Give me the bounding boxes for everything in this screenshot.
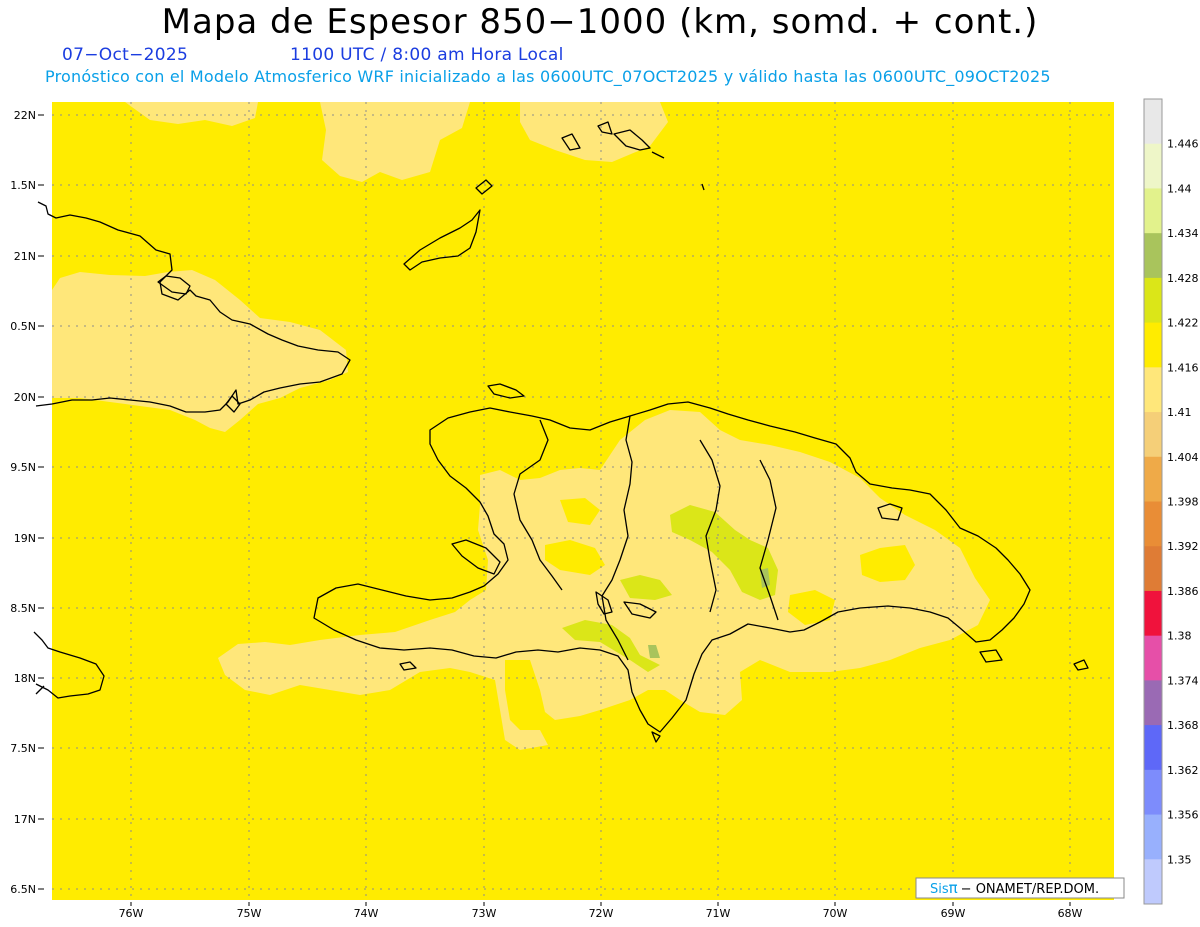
- colorbar-label: 1.428: [1167, 272, 1199, 285]
- lat-label: 19N: [14, 532, 36, 545]
- colorbar-label: 1.356: [1167, 809, 1199, 822]
- lat-label: 20N: [14, 391, 36, 404]
- colorbar-swatch: [1144, 456, 1162, 502]
- lon-label: 73W: [472, 907, 497, 920]
- lat-label: 8.5N: [10, 602, 36, 615]
- colorbar-label: 1.422: [1167, 317, 1199, 330]
- colorbar-swatch: [1144, 501, 1162, 547]
- colorbar-swatch: [1144, 99, 1162, 145]
- colorbar-label: 1.434: [1167, 227, 1199, 240]
- colorbar-swatch: [1144, 546, 1162, 592]
- colorbar-label: 1.35: [1167, 853, 1192, 866]
- colorbar-swatch: [1144, 322, 1162, 368]
- lat-label: 22N: [14, 109, 36, 122]
- lon-label: 76W: [119, 907, 144, 920]
- colorbar-swatch: [1144, 590, 1162, 637]
- colorbar-swatch: [1144, 188, 1162, 234]
- lon-label: 75W: [237, 907, 262, 920]
- colorbar-swatch: [1144, 769, 1162, 816]
- lon-label: 70W: [823, 907, 848, 920]
- lat-label: 6.5N: [10, 883, 36, 896]
- lon-label: 72W: [589, 907, 614, 920]
- lat-label: 17N: [14, 813, 36, 826]
- colorbar-label: 1.392: [1167, 540, 1199, 553]
- lat-axis-labels: 22N 1.5N 21N 0.5N 20N 9.5N 19N 8.5N 18N …: [10, 109, 36, 896]
- colorbar-label: 1.368: [1167, 719, 1199, 732]
- lat-label: 1.5N: [10, 179, 36, 192]
- colorbar-label: 1.446: [1167, 138, 1199, 151]
- colorbar-label: 1.38: [1167, 630, 1192, 643]
- colorbar-label: 1.44: [1167, 182, 1192, 195]
- colorbar-swatch: [1144, 814, 1162, 860]
- colorbar-label: 1.41: [1167, 406, 1192, 419]
- colorbar-swatch: [1144, 277, 1162, 324]
- colorbar-swatch: [1144, 635, 1162, 681]
- lon-label: 71W: [706, 907, 731, 920]
- colorbar-swatch: [1144, 143, 1162, 189]
- colorbar-swatch: [1144, 680, 1162, 726]
- lon-ticks: [130, 902, 1071, 906]
- colorbar-swatch: [1144, 367, 1162, 413]
- credit-box: Sisπ − ONAMET/REP.DOM.: [915, 877, 1125, 899]
- colorbar-label: 1.404: [1167, 451, 1199, 464]
- colorbar-label: 1.386: [1167, 585, 1199, 598]
- colorbar-label: 1.398: [1167, 496, 1199, 509]
- lon-label: 74W: [354, 907, 379, 920]
- colorbar-swatch: [1144, 233, 1162, 279]
- lon-label: 69W: [941, 907, 966, 920]
- credit-text: Sisπ − ONAMET/REP.DOM.: [930, 879, 1099, 897]
- lat-label: 21N: [14, 250, 36, 263]
- colorbar-label: 1.374: [1167, 674, 1199, 687]
- thickness-map: 22N 1.5N 21N 0.5N 20N 9.5N 19N 8.5N 18N …: [10, 98, 1199, 920]
- colorbar-label: 1.362: [1167, 764, 1199, 777]
- colorbar: 1.446 1.44 1.434 1.428 1.422 1.416 1.41 1.404 1.…: [1143, 98, 1199, 905]
- lat-label: 18N: [14, 672, 36, 685]
- colorbar-swatch: [1144, 412, 1162, 458]
- colorbar-label: 1.416: [1167, 361, 1199, 374]
- colorbar-swatch: [1144, 725, 1162, 771]
- colorbar-swatch: [1144, 859, 1162, 905]
- lon-label: 68W: [1058, 907, 1083, 920]
- lat-label: 0.5N: [10, 320, 36, 333]
- lon-axis-labels: 76W 75W 74W 73W 72W 71W 70W 69W 68W: [119, 907, 1083, 920]
- lat-label: 7.5N: [10, 742, 36, 755]
- lat-label: 9.5N: [10, 461, 36, 474]
- lat-ticks: [38, 114, 44, 890]
